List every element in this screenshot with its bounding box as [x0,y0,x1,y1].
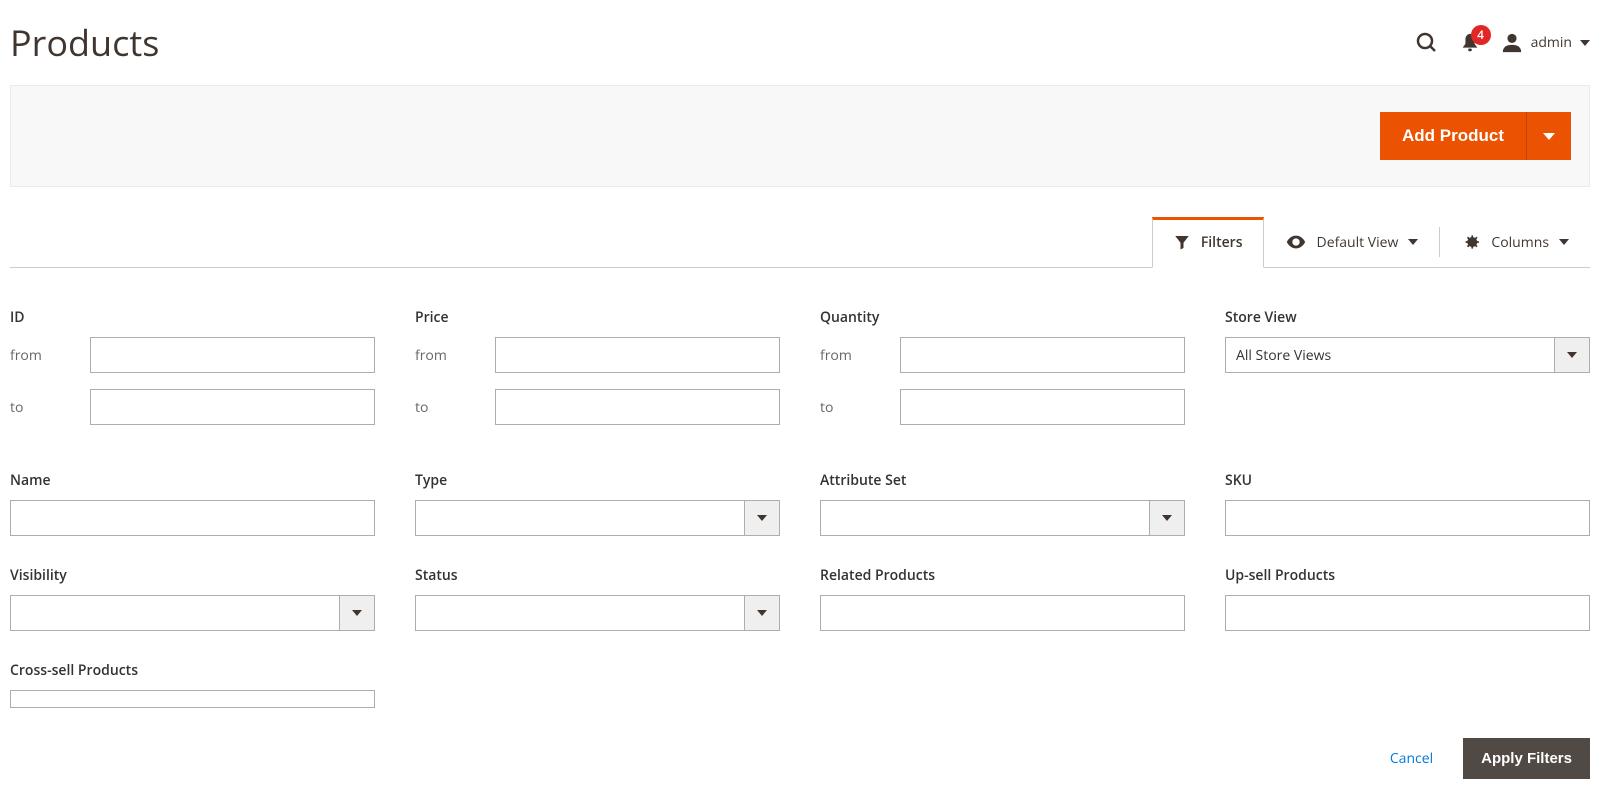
filter-visibility-label: Visibility [10,566,375,585]
filter-status-select[interactable] [415,595,780,631]
filter-upsell-products: Up-sell Products [1225,566,1590,631]
filter-quantity-to-input[interactable] [900,389,1185,425]
filter-price-to-row: to [415,389,780,425]
filter-attribute-set-select[interactable] [820,500,1185,536]
filter-crosssell-products: Cross-sell Products [10,661,375,708]
search-icon [1415,31,1439,55]
filters-tab[interactable]: Filters [1152,217,1264,268]
filter-quantity-from-row: from [820,337,1185,373]
from-label: from [415,346,495,365]
filter-id-from-input[interactable] [90,337,375,373]
select-toggle[interactable] [1554,337,1590,373]
filter-status: Status [415,566,780,631]
filter-related-products: Related Products [820,566,1185,631]
filter-id-to-input[interactable] [90,389,375,425]
filter-price-from-input[interactable] [495,337,780,373]
filter-id: ID from to [10,308,375,441]
chevron-down-icon [1580,40,1590,46]
user-icon [1501,32,1523,54]
filter-type-select[interactable] [415,500,780,536]
default-view-button[interactable]: Default View [1264,217,1440,267]
filter-attribute-set-label: Attribute Set [820,471,1185,490]
filter-related-label: Related Products [820,566,1185,585]
filter-id-from-row: from [10,337,375,373]
default-view-label: Default View [1317,233,1399,252]
user-menu[interactable]: admin [1501,32,1590,54]
filter-store-view: Store View All Store Views [1225,308,1590,441]
filter-price: Price from to [415,308,780,441]
filter-quantity: Quantity from to [820,308,1185,441]
chevron-down-icon [1408,239,1418,245]
header-actions: 4 admin [1415,31,1590,55]
chevron-down-icon [757,610,767,616]
chevron-down-icon [1543,133,1555,140]
filter-status-value [415,595,744,631]
add-product-dropdown-toggle[interactable] [1526,112,1571,160]
filter-upsell-label: Up-sell Products [1225,566,1590,585]
from-label: from [10,346,90,365]
filter-name-label: Name [10,471,375,490]
username-label: admin [1531,33,1572,52]
filter-store-view-label: Store View [1225,308,1590,327]
page-header: Products 4 admin [10,0,1590,85]
to-label: to [10,398,90,417]
select-toggle[interactable] [744,500,780,536]
filter-type-label: Type [415,471,780,490]
add-product-button[interactable]: Add Product [1380,112,1526,160]
from-label: from [820,346,900,365]
filter-quantity-label: Quantity [820,308,1185,327]
chevron-down-icon [352,610,362,616]
filter-name-input[interactable] [10,500,375,536]
grid-toolbar: Filters Default View Columns [10,217,1590,268]
filter-crosssell-label: Cross-sell Products [10,661,375,680]
filter-type-value [415,500,744,536]
chevron-down-icon [1162,515,1172,521]
filter-status-label: Status [415,566,780,585]
notifications-button[interactable]: 4 [1459,32,1481,54]
chevron-down-icon [757,515,767,521]
filter-store-view-value: All Store Views [1225,337,1554,373]
columns-label: Columns [1491,233,1549,252]
chevron-down-icon [1567,352,1577,358]
filter-attribute-set-value [820,500,1149,536]
add-product-split-button: Add Product [1380,112,1571,160]
filters-footer: Cancel Apply Filters [10,708,1590,803]
notification-badge: 4 [1471,25,1491,45]
page-title: Products [10,18,159,67]
chevron-down-icon [1559,239,1569,245]
filter-crosssell-input[interactable] [10,690,375,708]
filters-panel: ID from to Price from to Quantity [10,268,1590,708]
filter-sku-label: SKU [1225,471,1590,490]
action-bar: Add Product [10,85,1590,187]
filter-attribute-set: Attribute Set [820,471,1185,536]
filter-id-to-row: to [10,389,375,425]
select-toggle[interactable] [1149,500,1185,536]
filter-sku-input[interactable] [1225,500,1590,536]
select-toggle[interactable] [744,595,780,631]
filter-visibility: Visibility [10,566,375,631]
filter-type: Type [415,471,780,536]
filter-price-label: Price [415,308,780,327]
filter-id-label: ID [10,308,375,327]
funnel-icon [1173,233,1191,251]
to-label: to [820,398,900,417]
filter-visibility-value [10,595,339,631]
select-toggle[interactable] [339,595,375,631]
filter-price-from-row: from [415,337,780,373]
filter-sku: SKU [1225,471,1590,536]
to-label: to [415,398,495,417]
filter-name: Name [10,471,375,536]
filter-price-to-input[interactable] [495,389,780,425]
filter-visibility-select[interactable] [10,595,375,631]
filters-label: Filters [1201,233,1243,252]
filter-store-view-select[interactable]: All Store Views [1225,337,1590,373]
filter-related-input[interactable] [820,595,1185,631]
gear-icon [1461,232,1481,252]
search-button[interactable] [1415,31,1439,55]
filter-upsell-input[interactable] [1225,595,1590,631]
filter-quantity-from-input[interactable] [900,337,1185,373]
columns-button[interactable]: Columns [1440,217,1590,267]
filter-quantity-to-row: to [820,389,1185,425]
eye-icon [1285,231,1307,253]
